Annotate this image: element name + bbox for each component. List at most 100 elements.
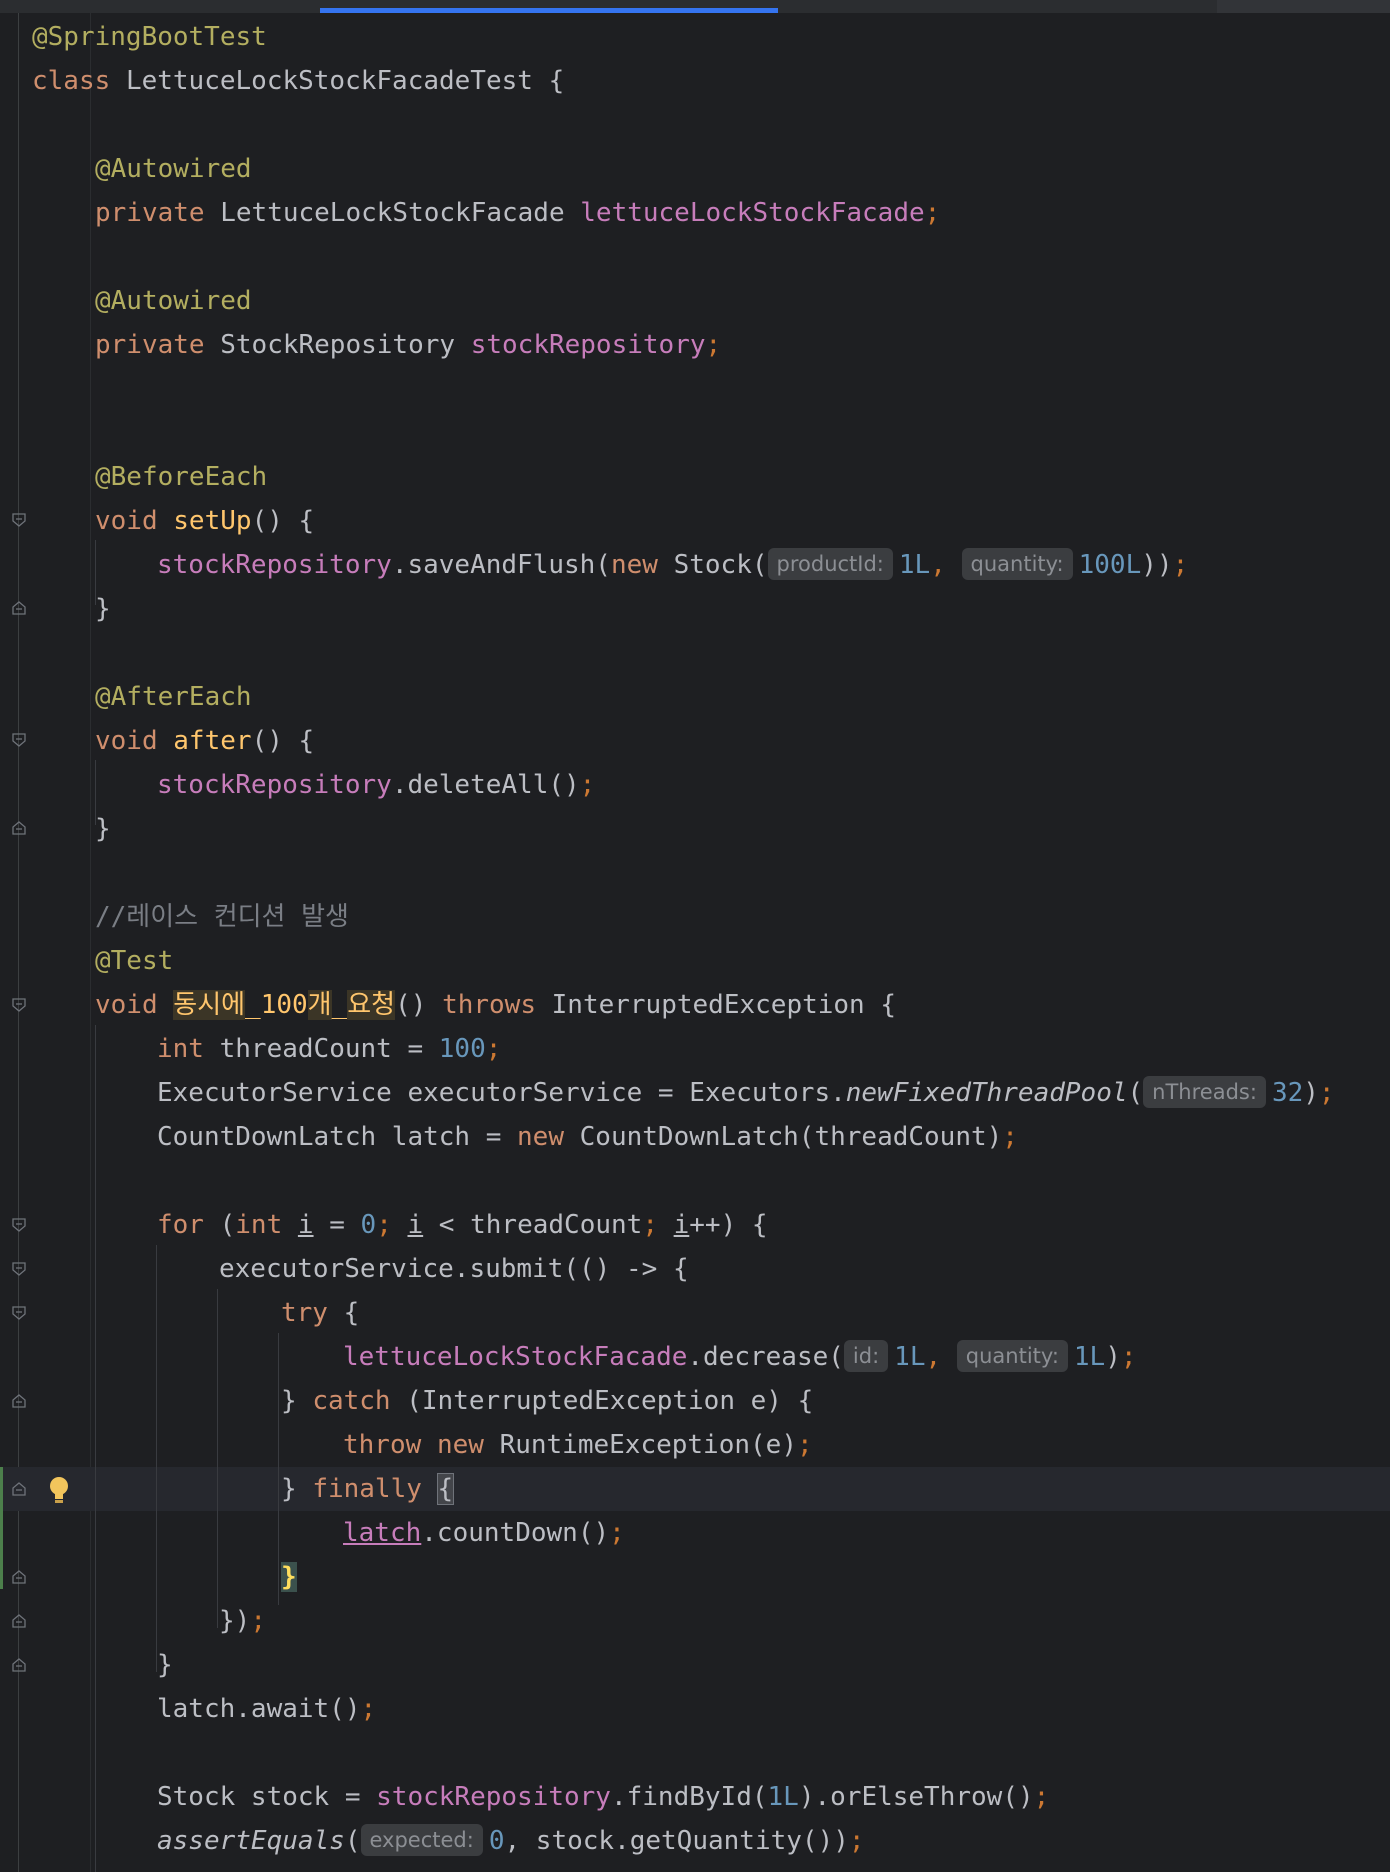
fold-icon[interactable] [11, 1613, 27, 1629]
field-name: lettuceLockStockFacade [580, 198, 925, 228]
annotation: @AfterEach [95, 682, 252, 712]
number: 1L [767, 1782, 799, 1812]
code-line[interactable]: } [95, 587, 111, 631]
code-line[interactable]: latch.countDown(); [343, 1511, 625, 1555]
code-line[interactable]: //레이스 컨디션 발생 [95, 895, 349, 939]
code-text: ).orElseThrow() [798, 1782, 1034, 1812]
code-line[interactable]: void after() { [95, 719, 314, 763]
code-text: () { [251, 506, 315, 536]
code-text: } [95, 814, 111, 844]
fold-icon[interactable] [11, 1217, 27, 1233]
code-text: .saveAndFlush( [391, 550, 611, 580]
tab-bar-end [1217, 0, 1390, 13]
code-text: .decrease( [687, 1342, 844, 1372]
matched-brace: { [436, 1473, 455, 1505]
code-text: ExecutorService executorService = Execut… [157, 1078, 846, 1108]
code-line[interactable]: } catch (InterruptedException e) { [281, 1379, 813, 1423]
code-line[interactable]: throw new RuntimeException(e); [343, 1423, 813, 1467]
keyword: void [95, 990, 158, 1020]
code-line[interactable]: }); [219, 1599, 266, 1643]
annotation: @BeforeEach [95, 462, 268, 492]
fold-icon[interactable] [11, 1569, 27, 1585]
code-line[interactable]: void 동시에_100개_요청() throws InterruptedExc… [95, 983, 896, 1027]
fold-icon[interactable] [11, 1261, 27, 1277]
number: 0 [360, 1210, 377, 1240]
code-line[interactable]: } finally { [281, 1467, 455, 1511]
indent-guide [217, 1289, 218, 1628]
code-line[interactable]: executorService.submit(() -> { [219, 1247, 689, 1291]
code-line[interactable]: Stock stock = stockRepository.findById(1… [157, 1775, 1049, 1819]
code-line[interactable]: @Autowired [95, 279, 252, 323]
code-line[interactable]: try { [281, 1291, 359, 1335]
fold-icon[interactable] [11, 732, 27, 748]
code-line[interactable]: @BeforeEach [95, 455, 267, 499]
semicolon: ; [609, 1518, 625, 1548]
code-text: CountDownLatch latch = [157, 1122, 518, 1152]
fold-icon[interactable] [11, 820, 27, 836]
code-text: CountDownLatch(threadCount) [579, 1122, 1003, 1152]
vcs-change-marker[interactable] [0, 1467, 3, 1589]
keyword: int [235, 1210, 283, 1240]
code-line[interactable]: assertEquals(expected: 0, stock.getQuanti… [157, 1819, 865, 1863]
param-hint: id: [843, 1340, 889, 1372]
editor-gutter[interactable] [0, 13, 91, 1872]
fold-icon[interactable] [11, 997, 27, 1013]
code-line[interactable]: ExecutorService executorService = Execut… [157, 1071, 1335, 1115]
code-text: ) [1105, 1342, 1121, 1372]
indent-guide [156, 1245, 157, 1672]
fold-icon[interactable] [11, 1657, 27, 1673]
lightbulb-icon[interactable] [46, 1475, 72, 1505]
code-line[interactable]: @AfterEach [95, 675, 252, 719]
code-line[interactable]: } [95, 807, 111, 851]
code-line[interactable]: @Test [95, 939, 173, 983]
number: 100 [438, 1034, 486, 1064]
code-line[interactable]: latch.await(); [157, 1687, 376, 1731]
indent-guide [95, 1025, 96, 1872]
param-hint: quantity: [961, 548, 1073, 580]
code-line[interactable]: private StockRepository stockRepository; [95, 323, 721, 367]
code-line[interactable]: stockRepository.saveAndFlush(new Stock(p… [157, 543, 1188, 587]
code-text: ( [1127, 1078, 1144, 1108]
static-method: newFixedThreadPool [845, 1078, 1128, 1108]
fold-icon[interactable] [11, 1393, 27, 1409]
code-text: } [281, 1474, 313, 1504]
code-text: } [95, 594, 111, 624]
code-line[interactable]: for (int i = 0; i < threadCount; i++) { [157, 1203, 768, 1247]
method-name: _100 [245, 990, 308, 1020]
fold-icon[interactable] [11, 512, 27, 528]
semicolon: ; [1002, 1122, 1018, 1152]
method-name: 요청 [347, 990, 396, 1020]
fold-icon[interactable] [11, 1481, 27, 1497]
code-line[interactable]: } [157, 1643, 173, 1687]
code-line[interactable]: int threadCount = 100; [157, 1027, 501, 1071]
keyword: finally [312, 1474, 422, 1504]
code-line[interactable]: @Autowired [95, 147, 252, 191]
semicolon: ; [848, 1826, 865, 1856]
code-text: .countDown() [421, 1518, 610, 1548]
code-line[interactable]: class LettuceLockStockFacadeTest { [32, 59, 564, 103]
code-line[interactable]: stockRepository.deleteAll(); [157, 763, 595, 807]
code-line[interactable]: } [281, 1555, 297, 1599]
keyword: private [95, 198, 205, 228]
keyword: void [95, 726, 158, 756]
code-line[interactable]: @SpringBootTest [32, 15, 267, 59]
code-text: .deleteAll() [391, 770, 580, 800]
field-ref: stockRepository [157, 550, 392, 580]
fold-icon[interactable] [11, 600, 27, 616]
annotation: @Test [95, 946, 174, 976]
code-line[interactable]: void setUp() { [95, 499, 314, 543]
static-method: assertEquals [157, 1826, 345, 1856]
code-line[interactable]: lettuceLockStockFacade.decrease(id: 1L, q… [343, 1335, 1137, 1379]
param-hint: expected: [360, 1824, 483, 1856]
code-line[interactable]: CountDownLatch latch = new CountDownLatc… [157, 1115, 1018, 1159]
class-name: LettuceLockStockFacadeTest { [125, 66, 565, 96]
code-text: , stock.getQuantity()) [504, 1826, 849, 1856]
fold-icon[interactable] [11, 1305, 27, 1321]
code-line[interactable]: private LettuceLockStockFacade lettuceLo… [95, 191, 940, 235]
code-text: ++) { [689, 1210, 768, 1240]
variable-ref: latch [343, 1518, 422, 1548]
semicolon: ; [796, 1430, 813, 1460]
keyword: try [281, 1298, 328, 1328]
semicolon: ; [1120, 1342, 1137, 1372]
number: 32 [1271, 1078, 1304, 1108]
